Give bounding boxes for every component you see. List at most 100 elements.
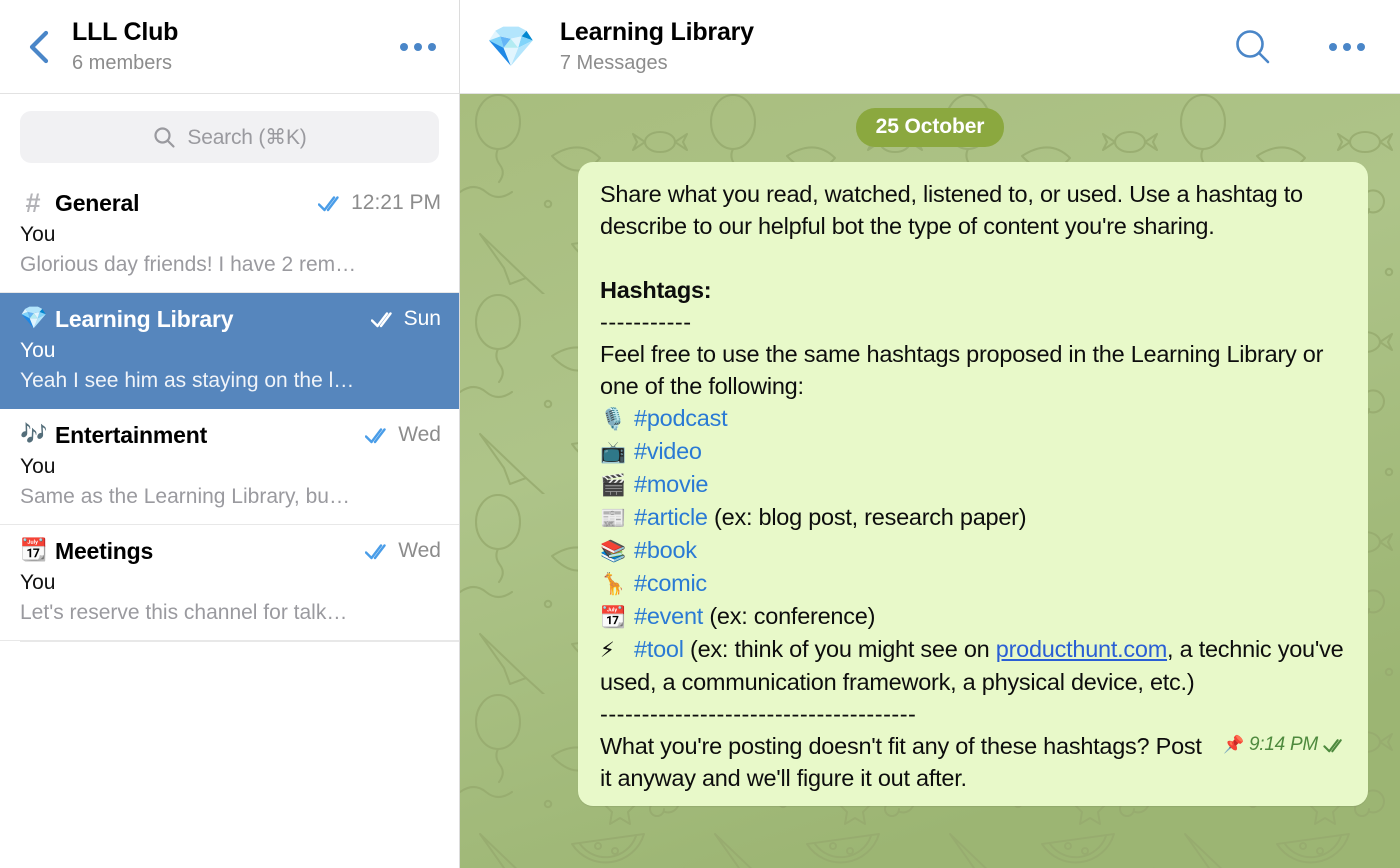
group-title: LLL Club [72,18,179,46]
hashtag-note: (ex: conference) [703,603,876,629]
hashtag-line-article: 📰 #article (ex: blog post, research paper… [600,501,1347,534]
chat-list-item-meetings[interactable]: 📆 Meetings Wed You Let's reserve this ch… [0,525,459,641]
chat-item-header: 💎 Learning Library Sun [20,305,441,333]
conversation-search-button[interactable] [1226,22,1280,72]
hashtag-tool[interactable]: #tool [634,636,684,662]
double-check-icon [365,427,386,443]
gem-icon: 💎 [486,23,536,70]
hashtag-podcast[interactable]: #podcast [634,405,728,431]
conversation-message-count: 7 Messages [559,52,668,74]
hashtag-event[interactable]: #event [634,603,703,629]
hashtag-video[interactable]: #video [634,438,702,464]
message-instructions: Feel free to use the same hashtags propo… [600,341,1324,399]
conversation-header-titles: Learning Library 7 Messages [560,17,1226,76]
hash-icon: # [25,188,41,218]
hashtag-book[interactable]: #book [634,537,697,563]
left-header-titles: LLL Club 6 members [72,17,395,76]
double-check-icon [370,311,392,327]
hashtag-movie[interactable]: #movie [634,471,709,497]
hashtag-line-tool: ⚡ #tool (ex: think of you might see on pr… [600,633,1347,698]
message-bubble[interactable]: Share what you read, watched, listened t… [578,162,1368,806]
search-input[interactable]: Search (⌘K) [20,111,439,163]
hashtag-article[interactable]: #article [634,504,708,530]
producthunt-link[interactable]: producthunt.com [996,636,1168,662]
group-member-count: 6 members [72,52,173,74]
chat-item-sender: You [20,339,56,362]
conversation-menu-button[interactable] [1324,27,1370,67]
chat-item-name: Learning Library [55,305,234,332]
ellipsis-icon [1343,42,1351,51]
ellipsis-icon [428,42,436,51]
chevron-left-icon [29,30,49,63]
heading-rule: ----------- [600,309,692,335]
chat-item-header: 📆 Meetings Wed [20,537,441,565]
chat-item-time: Wed [398,423,441,446]
date-divider: 25 October [855,108,1005,147]
chat-item-preview: Yeah I see him as staying on the l… [20,369,355,392]
ellipsis-icon [1329,42,1337,51]
double-check-icon [318,195,339,211]
chat-item-name: Meetings [55,537,154,564]
chat-list-item-entertainment[interactable]: 🎶 Entertainment Wed You Same as the Lear… [0,409,459,525]
hashtags-heading: Hashtags: [600,277,712,303]
chat-item-sender: You [20,223,56,246]
conversation-pane: 💎 Learning Library 7 Messages 25 October… [460,0,1400,868]
ellipsis-icon [414,42,422,51]
chat-item-meta: Wed [365,539,441,563]
hashtag-comic[interactable]: #comic [634,570,707,596]
chat-item-meta: 12:21 PM [318,191,441,215]
clapper-board-icon: 🎬 [600,473,626,497]
chat-item-header: 🎶 Entertainment Wed [20,421,441,449]
hashtag-line-podcast: 🎙️ #podcast [600,402,1347,435]
hashtag-line-book: 📚 #book [600,534,1347,567]
chat-item-sender: You [20,571,56,594]
chat-item-sender: You [20,455,56,478]
chat-item-header: # General 12:21 PM [20,189,441,217]
books-icon: 📚 [600,539,626,563]
lightning-bolt-icon: ⚡ [600,638,615,662]
double-check-icon [1323,738,1342,752]
chat-item-preview: Let's reserve this channel for talk… [20,601,348,624]
chat-list-pane: LLL Club 6 members Search (⌘K) # General… [0,0,460,868]
television-icon: 📺 [600,440,626,464]
giraffe-icon: 🦒 [600,572,626,596]
telegram-window: LLL Club 6 members Search (⌘K) # General… [0,0,1400,868]
newspaper-icon: 📰 [600,506,626,530]
chat-item-time: 12:21 PM [351,191,441,214]
separator-rule: -------------------------------------- [600,701,917,727]
message-closing-text: What you're posting doesn't fit any of t… [600,733,1202,791]
chat-item-name: Entertainment [55,421,208,448]
hashtag-line-event: 📆 #event (ex: conference) [600,600,1347,633]
hashtag-line-movie: 🎬 #movie [600,468,1347,501]
calendar-icon: 📆 [600,605,626,629]
chat-list-item-learning-library[interactable]: 💎 Learning Library Sun You Yeah I see hi… [0,293,459,409]
message-footer: 📌 9:14 PM [1223,732,1347,758]
chat-item-meta: Sun [370,307,441,331]
pushpin-icon: 📌 [1223,735,1244,755]
chat-item-preview: Same as the Learning Library, bu… [20,485,350,508]
chat-item-meta: Wed [365,423,441,447]
left-menu-button[interactable] [395,27,441,67]
message-intro: Share what you read, watched, listened t… [600,181,1303,239]
search-icon [154,127,176,148]
hashtag-line-video: 📺 #video [600,435,1347,468]
chat-item-time: Sun [403,307,441,330]
message-closing-line: 📌 9:14 PM What you're posting doesn't fi… [600,730,1347,794]
chat-list[interactable]: # General 12:21 PM You Glorious day frie… [0,177,459,868]
search-container: Search (⌘K) [0,94,459,177]
message-time: 9:14 PM [1248,734,1318,755]
calendar-icon: 📆 [20,538,48,563]
message-scroll-area[interactable]: 25 October Share what you read, watched,… [460,94,1400,868]
gem-icon: 💎 [20,306,48,331]
conversation-title: Learning Library [559,18,754,46]
search-placeholder: Search (⌘K) [187,125,307,149]
chat-list-item-general[interactable]: # General 12:21 PM You Glorious day frie… [0,177,459,293]
back-button[interactable] [22,27,56,67]
ellipsis-icon [400,42,408,51]
left-header: LLL Club 6 members [0,0,459,94]
message-canvas: 25 October Share what you read, watched,… [460,94,1400,868]
conversation-header: 💎 Learning Library 7 Messages [460,0,1400,94]
chat-item-preview: Glorious day friends! I have 2 rem… [20,253,357,276]
search-icon [1236,29,1270,63]
